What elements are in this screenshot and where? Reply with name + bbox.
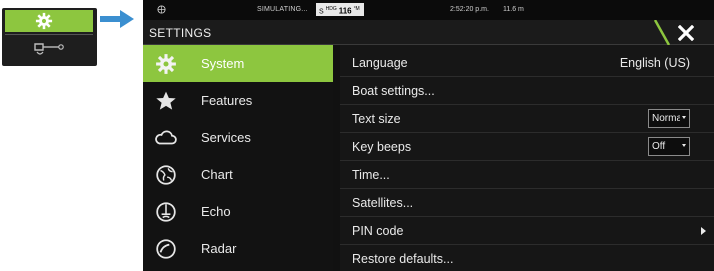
text-size-dropdown[interactable]: Normal (648, 109, 690, 128)
menu-item-system[interactable]: System (143, 45, 333, 82)
setting-label: Text size (352, 112, 401, 126)
simulating-label: SIMULATING... (257, 6, 308, 13)
setting-language[interactable]: Language English (US) (340, 49, 714, 77)
globe-status-icon (157, 5, 166, 14)
setting-label: Boat settings... (352, 84, 435, 98)
setting-label: PIN code (352, 224, 404, 238)
close-icon[interactable] (678, 25, 694, 41)
transducer-icon (34, 43, 64, 55)
heading-unit: °M (353, 6, 360, 12)
device-screen: SIMULATING... S HDG 116 °M 2:52:20 p.m. … (143, 0, 714, 271)
menu-item-label: Radar (201, 241, 237, 256)
arrow-right-icon (100, 10, 134, 28)
dropdown-value: Normal (652, 113, 680, 124)
depth-readout: 11.6 m (503, 6, 524, 13)
setting-satellites[interactable]: Satellites... (340, 189, 714, 217)
setting-key-beeps[interactable]: Key beeps Off (340, 133, 714, 161)
setting-label: Key beeps (352, 140, 412, 154)
menu-item-echo[interactable]: Echo (143, 193, 333, 230)
setting-value: English (US) (619, 56, 690, 70)
chevron-down-icon (682, 144, 686, 147)
chevron-right-icon (701, 227, 706, 235)
setting-restore-defaults[interactable]: Restore defaults... (340, 245, 714, 271)
heading-sup: HDG (325, 6, 337, 12)
title-bar: SETTINGS (143, 20, 714, 45)
heading-label: S (319, 8, 324, 16)
settings-panel: Language English (US) Boat settings... T… (340, 45, 714, 271)
menu-item-label: Services (201, 130, 251, 145)
menu-item-label: System (201, 56, 245, 71)
setting-boat-settings[interactable]: Boat settings... (340, 77, 714, 105)
setting-pin-code[interactable]: PIN code (340, 217, 714, 245)
setting-label: Satellites... (352, 196, 414, 210)
menu-item-label: Features (201, 93, 253, 108)
echo-icon (156, 202, 176, 222)
settings-menu: System Features Services Chart Echo Rada… (143, 45, 333, 271)
callout-home-buttons (2, 8, 97, 66)
status-bar: SIMULATING... S HDG 116 °M 2:52:20 p.m. … (143, 0, 714, 20)
setting-time[interactable]: Time... (340, 161, 714, 189)
setting-text-size[interactable]: Text size Normal (340, 105, 714, 133)
gear-icon (35, 12, 53, 30)
menu-item-features[interactable]: Features (143, 82, 333, 119)
callout-divider (5, 34, 93, 35)
page-title: SETTINGS (149, 26, 212, 40)
setting-label: Time... (352, 168, 390, 182)
menu-item-label: Chart (201, 167, 233, 182)
menu-item-services[interactable]: Services (143, 119, 333, 156)
star-icon (156, 91, 176, 110)
setting-label: Restore defaults... (352, 252, 454, 266)
settings-tile (5, 10, 93, 32)
menu-item-radar[interactable]: Radar (143, 230, 333, 267)
time-readout: 2:52:20 p.m. (450, 6, 489, 13)
title-accent-slash (653, 20, 671, 45)
dropdown-value: Off (652, 141, 666, 152)
gear-icon (156, 54, 176, 74)
menu-item-chart[interactable]: Chart (143, 156, 333, 193)
radar-icon (156, 239, 176, 259)
heading-value: 116 (338, 6, 352, 16)
setting-label: Language (352, 56, 408, 70)
heading-readout[interactable]: S HDG 116 °M (316, 3, 364, 16)
menu-item-label: Echo (201, 204, 231, 219)
key-beeps-dropdown[interactable]: Off (648, 137, 690, 156)
cloud-icon (155, 130, 177, 145)
globe-icon (156, 165, 176, 185)
chevron-down-icon (682, 116, 686, 119)
